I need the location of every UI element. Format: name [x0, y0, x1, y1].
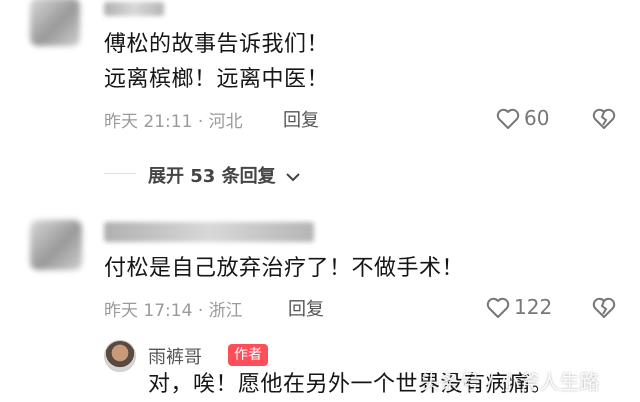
author-avatar[interactable] [104, 340, 136, 372]
like-count: 122 [514, 295, 553, 319]
comment-meta: 昨天 17:14 · 浙江 [104, 296, 243, 321]
reply-button[interactable]: 回复 [288, 295, 324, 321]
comment-time: 昨天 21:11 [104, 112, 193, 132]
author-badge: 作者 [228, 344, 268, 366]
comment-text-line-1: 傅松的故事告诉我们！ [104, 32, 330, 57]
heart-icon[interactable] [496, 108, 520, 130]
comment-text: 付松是自己放弃治疗了！不做手术！ [104, 256, 465, 281]
reply-button[interactable]: 回复 [283, 106, 319, 132]
broken-heart-icon[interactable] [592, 108, 616, 130]
expand-replies-button[interactable]: 展开 53 条回复 [148, 162, 300, 188]
commenter-name[interactable] [104, 222, 314, 242]
like-count: 60 [524, 106, 550, 130]
author-name[interactable]: 雨裤哥 [148, 343, 202, 369]
meta-separator: · [197, 112, 204, 132]
watermark: 头条号 / 小斧人生路 [420, 370, 600, 394]
commenter-name[interactable] [104, 2, 164, 16]
expand-divider [104, 173, 136, 174]
comment-text-line-2: 远离槟榔！远离中医！ [104, 67, 330, 92]
commenter-avatar[interactable] [30, 0, 80, 46]
commenter-avatar[interactable] [30, 220, 82, 270]
broken-heart-icon[interactable] [592, 297, 616, 319]
comment-meta: 昨天 21:11 · 河北 [104, 107, 243, 132]
meta-separator: · [197, 301, 204, 321]
comment-time: 昨天 17:14 [104, 301, 193, 321]
comment-location: 浙江 [208, 301, 243, 321]
heart-icon[interactable] [486, 297, 510, 319]
expand-replies-label: 展开 53 条回复 [148, 166, 276, 187]
comment-location: 河北 [208, 112, 243, 132]
chevron-down-icon [286, 172, 300, 182]
